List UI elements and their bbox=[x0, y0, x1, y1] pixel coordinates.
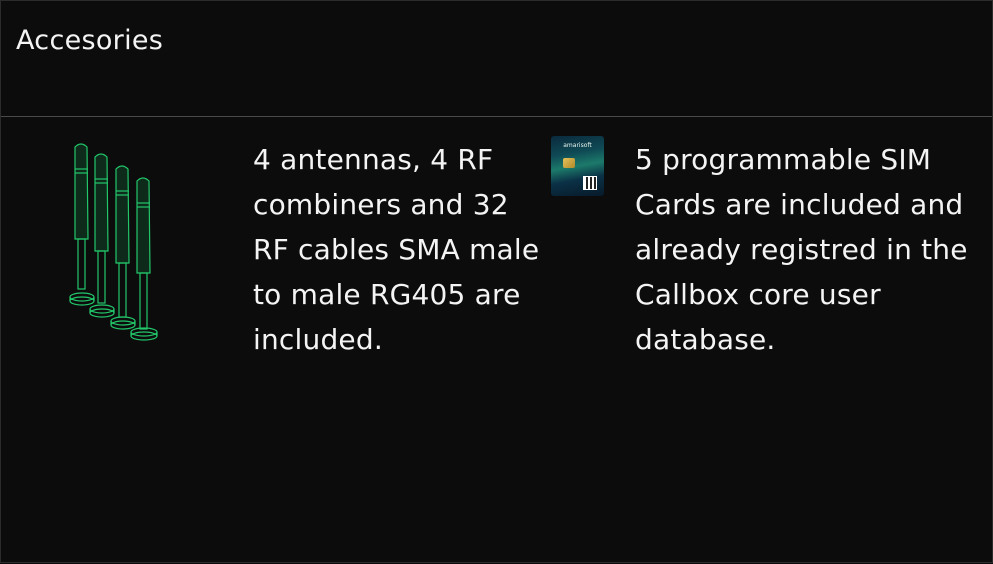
antennas-description: 4 antennas, 4 RF combiners and 32 RF cab… bbox=[253, 143, 540, 356]
sim-brand-label: amarisoft bbox=[563, 142, 592, 149]
sim-card-icon: amarisoft bbox=[551, 136, 604, 196]
section-header: Accesories bbox=[1, 1, 992, 117]
sim-chip-icon bbox=[563, 158, 575, 168]
qr-code-icon bbox=[583, 176, 597, 190]
antennas-icon bbox=[69, 143, 158, 341]
sim-description: 5 programmable SIM Cards are included an… bbox=[635, 143, 968, 356]
section-title: Accesories bbox=[16, 25, 164, 56]
accessories-panel: Accesories 4 antennas, 4 RF combiners an… bbox=[0, 0, 993, 563]
